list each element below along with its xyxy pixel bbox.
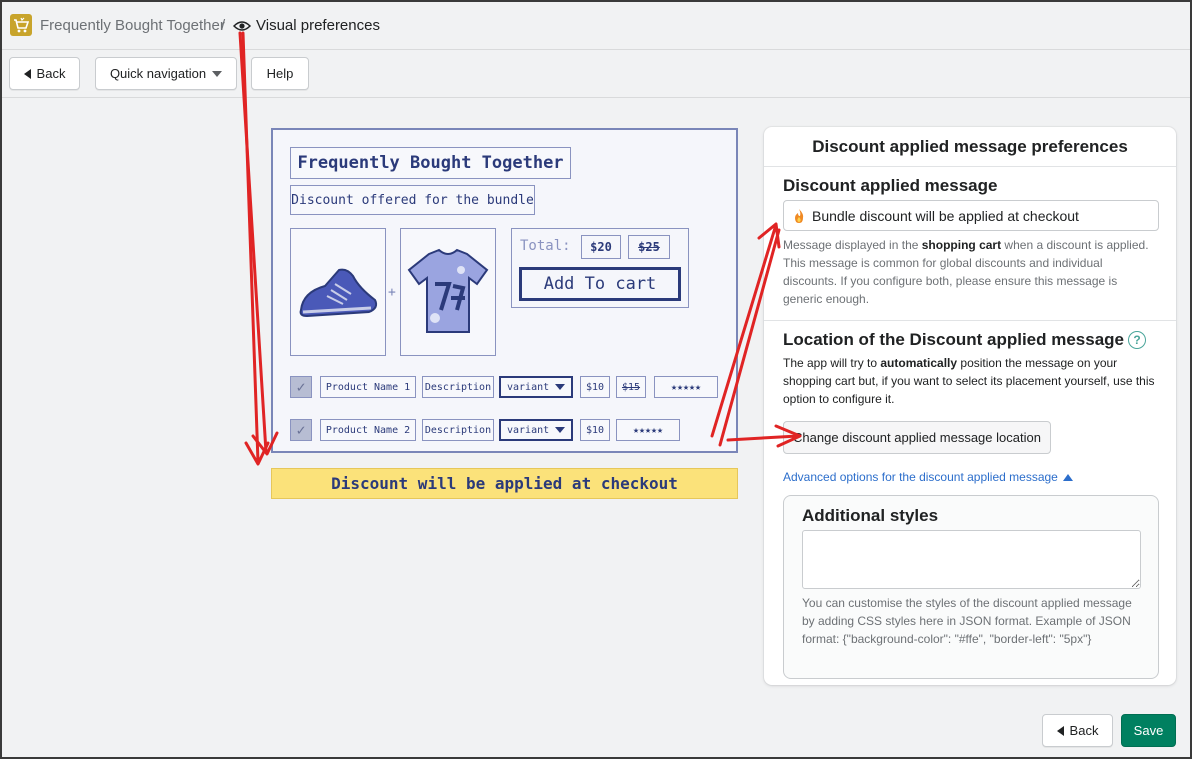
eye-icon <box>232 19 252 38</box>
triangle-up-icon <box>1062 473 1073 481</box>
card-title: Discount applied message preferences <box>764 127 1176 167</box>
location-description: The app will try to automatically positi… <box>783 354 1159 408</box>
preview-price-new: $20 <box>581 235 621 259</box>
preview-variant-label: variant <box>507 381 550 393</box>
location-section-title: Location of the Discount applied message <box>783 330 1124 349</box>
preview-product-price: $10 <box>580 376 610 398</box>
toolbar: Back Quick navigation Help <box>2 50 1190 98</box>
advanced-options-label: Advanced options for the discount applie… <box>783 470 1058 484</box>
question-circle-icon[interactable]: ? <box>1128 331 1146 349</box>
preview-total-box: Total: $20 $25 Add To cart <box>511 228 689 308</box>
message-section-title: Discount applied message <box>783 176 998 195</box>
preview-variant-select: variant <box>499 419 573 441</box>
back-button-label: Back <box>36 66 66 81</box>
additional-styles-help: You can customise the styles of the disc… <box>802 596 1132 646</box>
preview-rating-stars: ★★★★★ <box>616 419 680 441</box>
footer-back-button[interactable]: Back <box>1042 714 1113 747</box>
triangle-left-icon <box>1056 725 1064 736</box>
chevron-down-icon <box>555 384 565 390</box>
location-text-bold: automatically <box>880 356 958 370</box>
additional-styles-textarea[interactable] <box>802 530 1141 589</box>
preview-product-old-price: $15 <box>616 376 646 398</box>
top-bar: Frequently Bought Together / Visual pref… <box>2 2 1190 50</box>
preview-title: Frequently Bought Together <box>290 147 571 179</box>
chevron-down-icon <box>212 70 223 77</box>
additional-styles-title: Additional styles <box>802 506 939 525</box>
additional-styles-panel: Additional styles You can customise the … <box>783 495 1159 679</box>
discount-message-preferences-card: Discount applied message preferences Dis… <box>764 127 1176 685</box>
advanced-options-link[interactable]: Advanced options for the discount applie… <box>783 470 1073 484</box>
preview-rating-stars: ★★★★★ <box>654 376 718 398</box>
preview-product-image-shoe <box>290 228 386 356</box>
message-help-part: Message displayed in the <box>783 238 922 252</box>
back-button[interactable]: Back <box>9 57 80 90</box>
preview-product-description: Description <box>422 419 494 441</box>
quick-navigation-label: Quick navigation <box>109 66 207 81</box>
preview-subtitle: Discount offered for the bundle <box>290 185 535 215</box>
preview-product-name: Product Name 2 <box>320 419 416 441</box>
shoe-icon <box>299 268 378 318</box>
preview-discount-banner: Discount will be applied at checkout <box>271 468 738 499</box>
flame-icon <box>795 209 804 223</box>
save-button[interactable]: Save <box>1121 714 1176 747</box>
preview-product-price: $10 <box>580 419 610 441</box>
preview-add-to-cart-button: Add To cart <box>519 267 681 301</box>
cart-logo-icon[interactable] <box>10 14 32 36</box>
preview-variant-select: variant <box>499 376 573 398</box>
page-title: Visual preferences <box>256 17 380 34</box>
checkbox-icon: ✓ <box>290 376 312 398</box>
message-help-text: Message displayed in the shopping cart w… <box>783 236 1159 308</box>
preview-product-image-tshirt <box>400 228 496 356</box>
breadcrumb-separator: / <box>221 17 226 34</box>
help-button[interactable]: Help <box>251 57 309 90</box>
breadcrumb-app-link[interactable]: Frequently Bought Together <box>40 17 225 34</box>
message-help-bold: shopping cart <box>921 238 1002 252</box>
bundle-preview-sketch: Frequently Bought Together Discount offe… <box>271 128 738 453</box>
preview-product-name: Product Name 1 <box>320 376 416 398</box>
triangle-left-icon <box>23 68 31 79</box>
preview-total-label: Total: <box>520 238 571 254</box>
discount-message-input[interactable] <box>783 200 1159 231</box>
preview-variant-label: variant <box>507 424 550 436</box>
checkbox-icon: ✓ <box>290 419 312 441</box>
footer-back-label: Back <box>1069 723 1099 738</box>
change-location-button[interactable]: Change discount applied message location <box>783 421 1051 454</box>
quick-navigation-dropdown[interactable]: Quick navigation <box>95 57 237 90</box>
preview-plus-sign: + <box>388 285 396 300</box>
preview-price-old: $25 <box>628 235 670 259</box>
chevron-down-icon <box>555 427 565 433</box>
preview-product-description: Description <box>422 376 494 398</box>
tshirt-icon <box>407 248 489 333</box>
location-text-part: The app will try to <box>783 356 881 370</box>
section-divider <box>764 320 1176 321</box>
